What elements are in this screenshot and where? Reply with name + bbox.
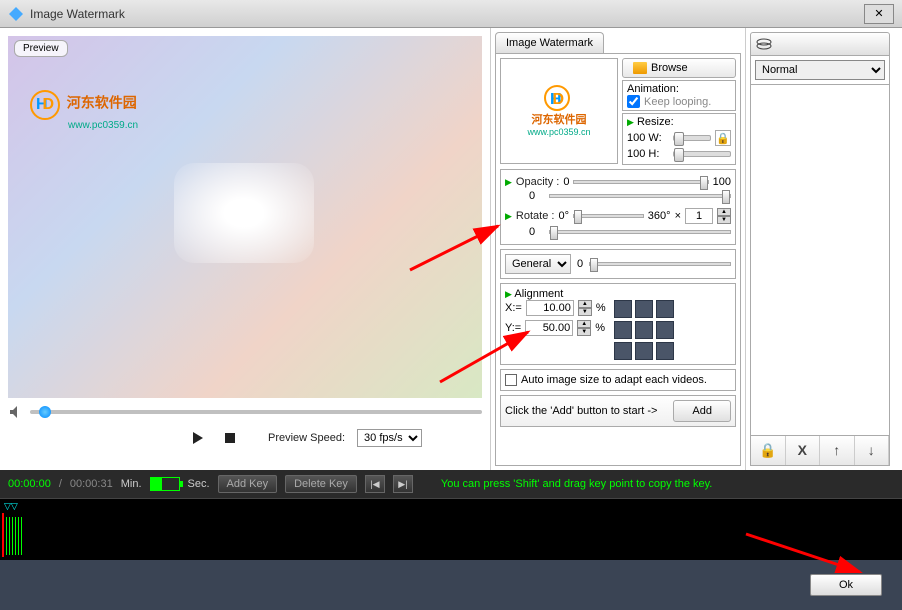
seek-slider[interactable] — [30, 405, 482, 419]
watermark-logo-icon — [30, 90, 60, 120]
expand-icon[interactable]: ▶ — [505, 289, 512, 299]
delete-key-button[interactable]: Delete Key — [285, 475, 357, 493]
keep-looping-checkbox[interactable] — [627, 95, 640, 108]
volume-icon[interactable] — [8, 404, 24, 420]
timeline-marker[interactable]: ▽▽ — [4, 501, 18, 512]
expand-icon[interactable]: ▶ — [505, 211, 512, 222]
rotate-val-slider[interactable] — [549, 230, 731, 234]
window-title: Image Watermark — [30, 7, 864, 21]
settings-panel: Image Watermark 河东软件园 www.pc0359.cn Brow… — [490, 28, 746, 470]
align-mr[interactable] — [656, 321, 674, 339]
timeline-hint: You can press 'Shift' and drag key point… — [441, 478, 712, 490]
playhead[interactable] — [2, 513, 4, 557]
align-tc[interactable] — [635, 300, 653, 318]
battery-icon — [150, 477, 180, 491]
animation-label: Animation: — [627, 83, 731, 95]
spin-down[interactable]: ▼ — [577, 328, 591, 336]
prev-key-button[interactable]: |◀ — [365, 475, 385, 493]
general-slider[interactable] — [589, 262, 731, 266]
layers-icon — [755, 37, 773, 51]
spin-down[interactable]: ▼ — [578, 308, 592, 316]
align-ml[interactable] — [614, 321, 632, 339]
general-value: 0 — [577, 258, 583, 270]
video-preview[interactable]: 河东软件园 www.pc0359.cn — [8, 36, 482, 398]
rotate-count-input[interactable] — [685, 208, 713, 224]
lock-icon[interactable]: 🔒 — [715, 130, 731, 146]
align-bl[interactable] — [614, 342, 632, 360]
speed-select[interactable]: 30 fps/s — [357, 429, 422, 447]
align-y-input[interactable] — [525, 320, 573, 336]
stop-button[interactable] — [220, 428, 240, 448]
add-hint: Click the 'Add' button to start -> — [505, 405, 657, 417]
add-key-button[interactable]: Add Key — [218, 475, 278, 493]
lock-button[interactable]: 🔒 — [751, 436, 786, 465]
opacity-slider[interactable] — [573, 180, 708, 184]
general-select[interactable]: General — [505, 254, 571, 274]
opacity-val-slider[interactable] — [549, 194, 731, 198]
align-mc[interactable] — [635, 321, 653, 339]
folder-icon — [633, 62, 647, 74]
settings-tab[interactable]: Image Watermark — [495, 32, 604, 53]
speed-label: Preview Speed: — [268, 432, 345, 444]
align-br[interactable] — [656, 342, 674, 360]
timeline-bar: 00:00:00 / 00:00:31 Min. Sec. Add Key De… — [0, 470, 902, 498]
timeline-track[interactable]: ▽▽ — [0, 498, 902, 560]
watermark-overlay: 河东软件园 www.pc0359.cn — [30, 90, 138, 131]
resize-w-slider[interactable] — [673, 135, 711, 141]
align-x-input[interactable] — [526, 300, 574, 316]
align-tl[interactable] — [614, 300, 632, 318]
align-bc[interactable] — [635, 342, 653, 360]
move-down-button[interactable]: ↓ — [855, 436, 890, 465]
preview-panel: Preview 河东软件园 www.pc0359.cn Preview Spee… — [0, 28, 490, 470]
next-key-button[interactable]: ▶| — [393, 475, 413, 493]
move-up-button[interactable]: ↑ — [820, 436, 855, 465]
spin-up[interactable]: ▲ — [578, 300, 592, 308]
add-button[interactable]: Add — [673, 400, 731, 422]
alignment-grid — [614, 300, 674, 360]
spin-up[interactable]: ▲ — [577, 320, 591, 328]
blend-mode-select[interactable]: Normal — [755, 60, 885, 80]
ok-button[interactable]: Ok — [810, 574, 882, 596]
browse-button[interactable]: Browse — [622, 58, 736, 78]
time-current: 00:00:00 — [8, 478, 51, 490]
expand-icon[interactable]: ▶ — [505, 177, 512, 188]
close-button[interactable]: ✕ — [864, 4, 894, 24]
keyframe-region[interactable] — [6, 517, 22, 555]
layers-list[interactable] — [750, 85, 890, 436]
watermark-thumbnail: 河东软件园 www.pc0359.cn — [500, 58, 618, 164]
delete-button[interactable]: X — [786, 436, 821, 465]
preview-label: Preview — [14, 40, 68, 57]
auto-size-checkbox[interactable] — [505, 374, 517, 386]
resize-h-slider[interactable] — [673, 151, 731, 157]
rotate-value: 0 — [519, 226, 545, 238]
time-total: 00:00:31 — [70, 478, 113, 490]
rotate-slider[interactable] — [573, 214, 644, 218]
app-icon — [8, 6, 24, 22]
play-button[interactable] — [188, 428, 208, 448]
opacity-value: 0 — [519, 190, 545, 202]
align-tr[interactable] — [656, 300, 674, 318]
layers-panel: Normal 🔒 X ↑ ↓ — [746, 28, 894, 470]
expand-icon[interactable]: ▶ — [627, 117, 634, 127]
spin-down[interactable]: ▼ — [717, 216, 731, 224]
spin-up[interactable]: ▲ — [717, 208, 731, 216]
